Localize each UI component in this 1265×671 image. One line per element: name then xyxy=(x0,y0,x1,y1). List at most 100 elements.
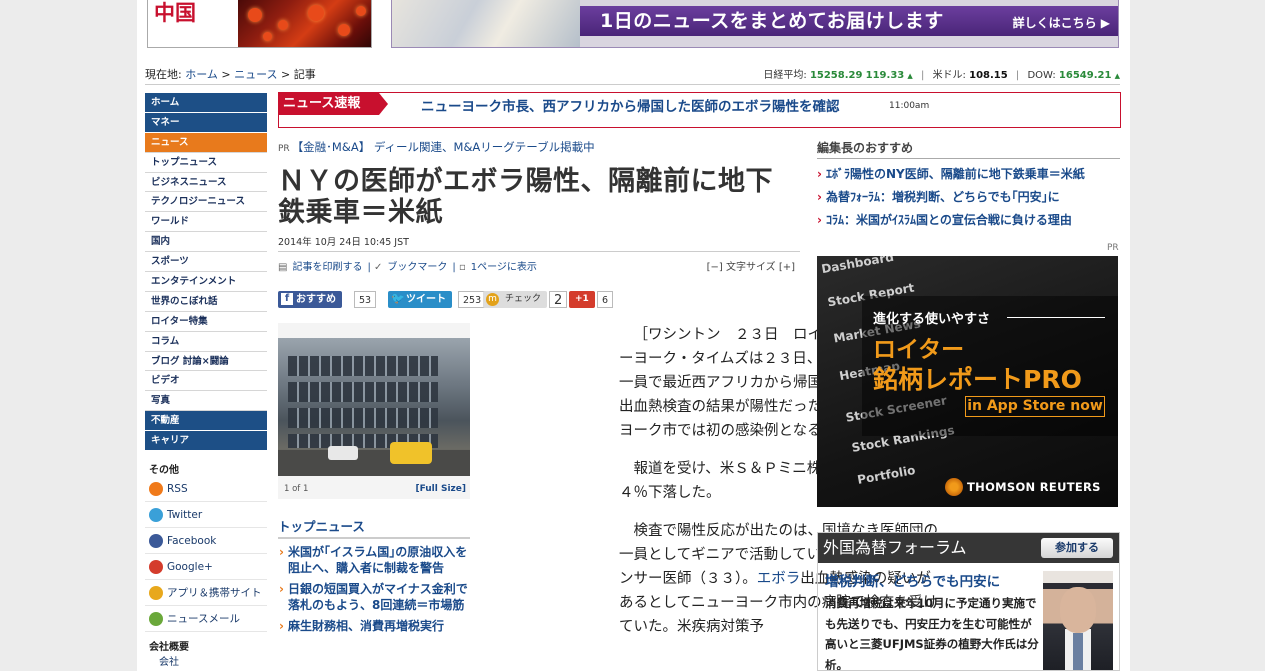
app-store-button[interactable]: in App Store now xyxy=(965,396,1105,417)
breaking-arrow-icon xyxy=(379,93,388,115)
ad-brand: THOMSON REUTERS xyxy=(967,480,1101,494)
article-tools: ▤ 記事を印刷する | ✓ ブックマーク | ▫ 1ページに表示 [−] 文字サイズ [+… xyxy=(278,258,800,273)
pr-text[interactable]: 【金融･M&A】 ディール関連、M&Aリーグテーブル掲載中 xyxy=(292,140,595,154)
nav-item[interactable]: トップニュース xyxy=(145,153,267,173)
breadcrumb-separator: > xyxy=(217,68,235,81)
nav-item[interactable]: 世界のこぼれ話 xyxy=(145,292,267,312)
bookmark-link[interactable]: ブックマーク xyxy=(387,262,447,273)
page: { "header": { "banner_left_label": "中国",… xyxy=(0,0,1265,671)
usdjpy-label: 米ドル: xyxy=(932,70,966,81)
facebook-icon: f xyxy=(281,293,293,305)
other-link[interactable]: RSS xyxy=(145,476,267,503)
breadcrumb-home[interactable]: ホーム xyxy=(185,68,218,81)
plusone-count: 6 xyxy=(597,291,614,308)
fx-forum-title[interactable]: 増税判断、どちらでも円安に xyxy=(825,570,1000,590)
facebook-count: 53 xyxy=(354,291,377,308)
print-link[interactable]: 記事を印刷する xyxy=(292,262,362,273)
ad-pr-label: PR xyxy=(1107,243,1119,253)
nav-item[interactable]: テクノロジーニュース xyxy=(145,192,267,213)
photo-count: 1 of 1 xyxy=(284,484,309,494)
tweet-count: 253 xyxy=(458,291,487,308)
china-label: 中国 xyxy=(154,1,196,25)
nikkei-label: 日経平均: xyxy=(763,70,807,81)
nav-item[interactable]: キャリア xyxy=(145,431,267,452)
breaking-headline[interactable]: ニューヨーク市長、西アフリカから帰国した医師のエボラ陽性を確認 xyxy=(421,95,840,115)
breadcrumb: 現在地: ホーム > ニュース > 記事 xyxy=(145,66,316,82)
nav-item[interactable]: ロイター特集 xyxy=(145,312,267,332)
nav-item[interactable]: コラム xyxy=(145,332,267,352)
one-page-link[interactable]: 1ページに表示 xyxy=(471,262,537,273)
divider xyxy=(278,251,800,252)
nav-item[interactable]: ビジネスニュース xyxy=(145,173,267,193)
ad-menu-item: Dashboard xyxy=(820,256,895,277)
newsletter-text: 1日のニュースをまとめてお届けします xyxy=(600,10,944,32)
company-link[interactable]: 会社 xyxy=(145,657,179,668)
page-content: 中国 1日のニュースをまとめてお届けします 詳しくはこちら ▶ 現在地: ホーム… xyxy=(137,0,1130,671)
join-button[interactable]: 参加する xyxy=(1041,538,1113,558)
photo-fullsize-link[interactable]: [Full Size] xyxy=(415,484,466,494)
ad-menu-item: Portfolio xyxy=(856,463,917,487)
nav-item[interactable]: スポーツ xyxy=(145,252,267,273)
twitter-icon xyxy=(149,507,163,522)
breadcrumb-news[interactable]: ニュース xyxy=(234,68,277,81)
other-link[interactable]: Facebook xyxy=(145,528,267,555)
nikkei-value[interactable]: 15258.29 xyxy=(810,70,863,81)
ad-line-product: 銘柄レポートPRO xyxy=(873,365,1082,394)
ad-line-reuters: ロイター xyxy=(873,337,965,363)
breadcrumb-separator: > xyxy=(277,68,294,81)
nav-item[interactable]: ビデオ xyxy=(145,371,267,392)
other-link[interactable]: アプリ＆携帯サイト xyxy=(145,580,267,607)
nav-item[interactable]: ワールド xyxy=(145,212,267,233)
nav-item[interactable]: 不動産 xyxy=(145,411,267,432)
breaking-time: 11:00am xyxy=(889,101,930,111)
top-news-item[interactable]: 日銀の短国買入がマイナス金利で落札のもよう、8回連続＝市場筋 xyxy=(278,581,470,613)
nav-item[interactable]: ホーム xyxy=(145,93,267,113)
nikkei-change: 119.33 xyxy=(865,70,905,81)
pr-link[interactable]: PR 【金融･M&A】 ディール関連、M&Aリーグテーブル掲載中 xyxy=(278,139,595,155)
page-icon: ▫ xyxy=(458,262,466,273)
fx-forum-body: 消費再増税は来年10月に予定通り実施でも先送りでも、円安圧力を生む可能性が高いと… xyxy=(825,596,1039,671)
breadcrumb-label: 現在地: xyxy=(145,68,182,81)
googleplus-icon xyxy=(149,559,163,574)
market-ticker: 日経平均: 15258.29 119.33 ▲ | 米ドル: 108.15 | … xyxy=(763,70,1120,81)
newsletter-banner[interactable]: 1日のニュースをまとめてお届けします 詳しくはこちら ▶ xyxy=(391,0,1119,48)
breaking-news-tag: ニュース速報 xyxy=(279,93,379,115)
article-date: 2014年 10月 24日 10:45 JST xyxy=(278,237,409,248)
fx-forum: 外国為替フォーラム 参加する 増税判断、どちらでも円安に 消費再増税は来年10月… xyxy=(817,532,1120,671)
social-buttons: おすすめ f 53 ツイート 🐦 253 チェック m 2 +1 6 xyxy=(278,289,678,309)
usdjpy-value[interactable]: 108.15 xyxy=(969,70,1008,81)
other-link-label: RSS xyxy=(167,482,188,495)
top-news-item[interactable]: 麻生財務相、消費再増税実行 xyxy=(278,618,470,634)
left-navigation: ホーム マネー ニュース トップニュース ビジネスニュース テクノロジーニュース ワールド国… xyxy=(145,93,267,668)
editor-pick-item[interactable]: ｴﾎﾞﾗ陽性のNY医師、隔離前に地下鉄乗車＝米紙 xyxy=(817,166,1120,182)
other-link-label: Facebook xyxy=(167,534,217,547)
text-size-control[interactable]: [−] 文字サイズ [+] xyxy=(707,258,795,273)
breaking-news-bar[interactable]: ニュース速報 ニューヨーク市長、西アフリカから帰国した医師のエボラ陽性を確認 1… xyxy=(278,92,1121,128)
article-photo-box[interactable]: 1 of 1 [Full Size] xyxy=(278,323,470,499)
nav-item[interactable]: エンタテインメント xyxy=(145,272,267,292)
editor-pick-item[interactable]: 為替ﾌｫｰﾗﾑ：増税判断、どちらでも｢円安｣に xyxy=(817,189,1120,205)
newsletter-more-link[interactable]: 詳しくはこちら ▶ xyxy=(1013,14,1110,31)
nav-item[interactable]: ブログ 討論×闘論 xyxy=(145,352,267,372)
nikkei-up-icon: ▲ xyxy=(907,72,913,80)
dow-value[interactable]: 16549.21 xyxy=(1059,70,1112,81)
reuters-app-ad[interactable]: Dashboard Stock Report Market News Heatm… xyxy=(817,256,1118,507)
other-link[interactable]: ニュースメール xyxy=(145,606,267,633)
editor-pick-item[interactable]: ｺﾗﾑ：米国がｲｽﾗﾑ国との宣伝合戦に負ける理由 xyxy=(817,212,1120,228)
twitter-icon: 🐦 xyxy=(391,292,405,305)
nav-item[interactable]: 写真 xyxy=(145,391,267,412)
bookmark-icon: ✓ xyxy=(374,262,383,273)
top-news-title: トップニュース xyxy=(278,516,470,539)
other-link[interactable]: Twitter xyxy=(145,502,267,529)
check-count: 2 xyxy=(549,291,568,308)
google-plusone-button[interactable]: +1 xyxy=(569,291,595,308)
article-title: ＮＹの医師がエボラ陽性、隔離前に地下鉄乗車＝米紙 xyxy=(278,166,773,228)
top-news-item[interactable]: 米国が｢イスラム国｣の原油収入を阻止へ、購入者に制裁を警告 xyxy=(278,544,470,576)
newsletter-strip: 1日のニュースをまとめてお届けします 詳しくはこちら ▶ xyxy=(580,6,1118,36)
other-link[interactable]: Google+ xyxy=(145,554,267,581)
nav-item[interactable]: マネー xyxy=(145,112,267,133)
article-photo[interactable] xyxy=(278,338,470,476)
nav-item[interactable]: 国内 xyxy=(145,232,267,253)
china-banner[interactable]: 中国 xyxy=(147,0,372,48)
nav-item[interactable]: ニュース xyxy=(145,132,267,153)
